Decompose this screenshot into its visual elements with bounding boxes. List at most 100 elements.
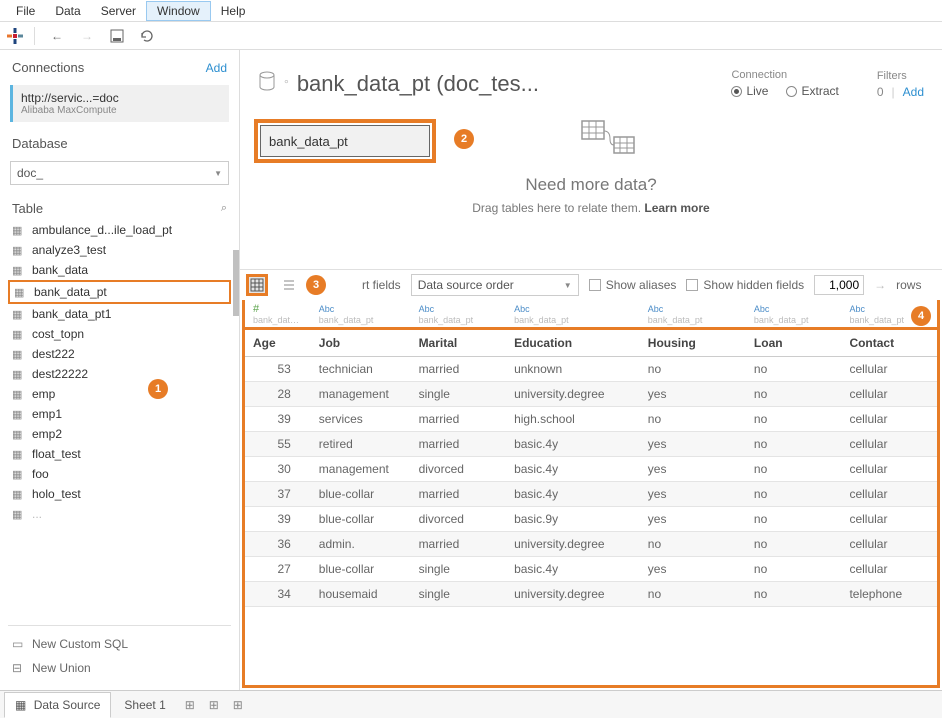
datasource-icon — [258, 71, 276, 96]
learn-more-link[interactable]: Learn more — [644, 201, 709, 215]
column-source: bank_data_pt — [640, 315, 746, 329]
sidebar: Connections Add http://servic...=doc Ali… — [0, 50, 240, 690]
toolbar: ← → — [0, 22, 942, 50]
table-icon: ▦ — [12, 348, 26, 361]
table-item[interactable]: ▦cost_topn — [8, 324, 231, 344]
connection-item[interactable]: http://servic...=doc Alibaba MaxCompute — [10, 85, 229, 122]
column-source: bank_data_pt — [411, 315, 507, 329]
bottom-tabs: ▦ Data Source Sheet 1 ⊞ ⊞ ⊞ — [0, 690, 942, 718]
column-header[interactable]: Job — [311, 329, 411, 357]
radio-on-icon — [731, 86, 742, 97]
table-chip[interactable]: bank_data_pt — [254, 119, 436, 163]
table-icon: ▦ — [12, 428, 26, 441]
grid-view-button[interactable] — [246, 274, 268, 296]
column-source: bank_data_pt — [506, 315, 640, 329]
new-union-button[interactable]: ⊟ New Union — [8, 656, 231, 680]
table-row[interactable]: 39blue-collardivorcedbasic.9yyesnocellul… — [245, 507, 937, 532]
checkbox-icon — [589, 279, 601, 291]
table-item[interactable]: ▦float_test — [8, 444, 231, 464]
table-icon: ▦ — [12, 408, 26, 421]
table-item[interactable]: ▦emp — [8, 384, 231, 404]
drag-hint: Drag tables here to relate them. Learn m… — [472, 201, 709, 215]
table-row[interactable]: 37blue-collarmarriedbasic.4yyesnocellula… — [245, 482, 937, 507]
save-button[interactable] — [105, 25, 129, 47]
datasource-title[interactable]: bank_data_pt (doc_tes... — [297, 71, 710, 97]
database-select[interactable]: doc_ ▼ — [10, 161, 229, 185]
table-icon: ▦ — [14, 286, 28, 299]
table-row[interactable]: 36admin.marrieduniversity.degreenonocell… — [245, 532, 937, 557]
column-header[interactable]: Age — [245, 329, 311, 357]
new-dashboard-button[interactable]: ⊞ — [203, 695, 225, 715]
new-story-button[interactable]: ⊞ — [227, 695, 249, 715]
table-item[interactable]: ▦dest22222 — [8, 364, 231, 384]
table-list: ▦ambulance_d...ile_load_pt▦analyze3_test… — [0, 220, 239, 619]
table-item[interactable]: ▦emp2 — [8, 424, 231, 444]
menu-window[interactable]: Window — [146, 1, 211, 21]
extract-radio[interactable]: Extract — [786, 84, 838, 98]
menu-file[interactable]: File — [6, 2, 45, 20]
rows-input[interactable] — [814, 275, 864, 295]
chevron-down-icon: ▼ — [564, 281, 572, 290]
table-row[interactable]: 55retiredmarriedbasic.4yyesnocellular — [245, 432, 937, 457]
new-custom-sql-button[interactable]: ▭ New Custom SQL — [8, 632, 231, 656]
show-hidden-checkbox[interactable]: Show hidden fields — [686, 278, 804, 292]
show-aliases-checkbox[interactable]: Show aliases — [589, 278, 677, 292]
back-button[interactable]: ← — [45, 25, 69, 47]
connections-label: Connections — [12, 60, 84, 75]
column-header[interactable]: Loan — [746, 329, 842, 357]
table-row[interactable]: 27blue-collarsinglebasic.4yyesnocellular — [245, 557, 937, 582]
column-header[interactable]: Marital — [411, 329, 507, 357]
table-item[interactable]: ▦holo_test — [8, 484, 231, 504]
menu-server[interactable]: Server — [91, 2, 146, 20]
sort-fields-select[interactable]: Data source order ▼ — [411, 274, 579, 296]
forward-button[interactable]: → — [75, 25, 99, 47]
column-type: Abc — [506, 300, 640, 315]
column-header[interactable]: Housing — [640, 329, 746, 357]
menu-data[interactable]: Data — [45, 2, 90, 20]
table-icon: ▦ — [12, 508, 26, 521]
column-type: Abc — [640, 300, 746, 315]
table-item[interactable]: ▦bank_data_pt1 — [8, 304, 231, 324]
table-item[interactable]: ▦analyze3_test — [8, 240, 231, 260]
refresh-button[interactable] — [135, 25, 159, 47]
table-icon: ▦ — [12, 448, 26, 461]
table-icon: ▦ — [12, 224, 26, 237]
add-connection-button[interactable]: Add — [206, 61, 227, 75]
table-row[interactable]: 28managementsingleuniversity.degreeyesno… — [245, 382, 937, 407]
data-source-tab[interactable]: ▦ Data Source — [4, 692, 111, 718]
table-item[interactable]: ▦emp1 — [8, 404, 231, 424]
arrow-right-icon[interactable]: → — [874, 278, 886, 292]
column-source: bank_data_pt — [311, 315, 411, 329]
table-row[interactable]: 39servicesmarriedhigh.schoolnonocellular — [245, 407, 937, 432]
rows-label: rows — [896, 278, 921, 292]
menu-help[interactable]: Help — [211, 2, 256, 20]
column-source: bank_data_pt — [245, 315, 311, 329]
table-row[interactable]: 34housemaidsingleuniversity.degreenonote… — [245, 582, 937, 607]
live-radio[interactable]: Live — [731, 84, 768, 98]
canvas-area[interactable]: bank_data_pt 2 Need more data? Drag tabl… — [240, 99, 942, 269]
data-grid[interactable]: #AbcAbcAbcAbcAbcAbcbank_data_ptbank_data… — [242, 300, 940, 688]
table-icon: ▦ — [12, 244, 26, 257]
connection-url: http://servic...=doc — [21, 91, 221, 105]
search-icon[interactable]: ⌕ — [221, 202, 227, 215]
table-row[interactable]: 53technicianmarriedunknownnonocellular — [245, 357, 937, 382]
list-view-button[interactable] — [278, 274, 300, 296]
union-icon: ⊟ — [12, 661, 26, 675]
table-label: Table — [12, 201, 43, 216]
table-item[interactable]: ▦bank_data_pt — [8, 280, 231, 304]
table-item[interactable]: ▦bank_data — [8, 260, 231, 280]
table-row[interactable]: 30managementdivorcedbasic.4yyesnocellula… — [245, 457, 937, 482]
table-item[interactable]: ▦... — [8, 504, 231, 524]
column-header[interactable]: Contact — [841, 329, 937, 357]
table-item[interactable]: ▦dest222 — [8, 344, 231, 364]
scrollbar-thumb[interactable] — [233, 250, 239, 316]
table-item[interactable]: ▦ambulance_d...ile_load_pt — [8, 220, 231, 240]
table-item[interactable]: ▦foo — [8, 464, 231, 484]
new-worksheet-button[interactable]: ⊞ — [179, 695, 201, 715]
filters-add-button[interactable]: Add — [903, 85, 924, 99]
sheet1-tab[interactable]: Sheet 1 — [113, 692, 176, 718]
checkbox-icon — [686, 279, 698, 291]
grid-toolbar: 3 rt fields Data source order ▼ Show ali… — [240, 269, 942, 300]
menubar: FileDataServerWindowHelp — [0, 0, 942, 22]
column-header[interactable]: Education — [506, 329, 640, 357]
